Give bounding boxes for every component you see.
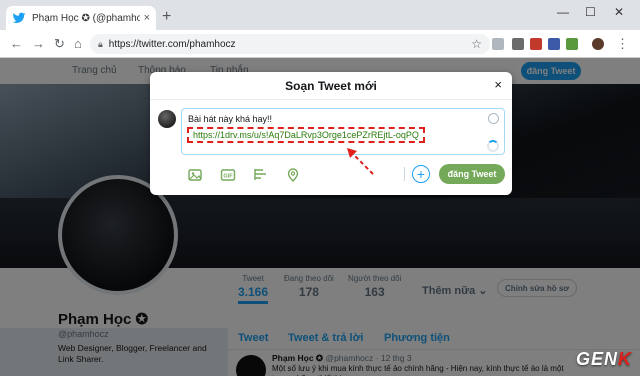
maximize-icon[interactable]: ☐ bbox=[585, 5, 596, 19]
location-icon[interactable] bbox=[285, 167, 301, 183]
modal-header: Soạn Tweet mới × bbox=[150, 72, 512, 100]
emoji-icon[interactable] bbox=[488, 113, 499, 124]
add-tweet-button[interactable]: + bbox=[412, 165, 430, 183]
extension-icon[interactable] bbox=[530, 38, 542, 50]
annotation-arrow-icon bbox=[347, 148, 374, 175]
svg-text:GIF: GIF bbox=[223, 174, 233, 180]
tweet-text-line: Bài hát này khá hay!! bbox=[188, 114, 273, 124]
poll-icon[interactable] bbox=[253, 167, 269, 183]
media-icon[interactable] bbox=[187, 167, 203, 183]
tab-close-icon[interactable]: × bbox=[144, 12, 150, 24]
extension-icon[interactable] bbox=[566, 38, 578, 50]
genk-watermark: GENK bbox=[576, 349, 632, 370]
address-url: https://twitter.com/phamhocz bbox=[108, 38, 236, 50]
divider bbox=[404, 167, 405, 181]
watermark-text: K bbox=[618, 349, 632, 369]
bookmark-star-icon[interactable]: ☆ bbox=[471, 37, 482, 51]
modal-title: Soạn Tweet mới bbox=[285, 79, 377, 93]
extension-icon[interactable] bbox=[492, 38, 504, 50]
extension-icon[interactable] bbox=[548, 38, 560, 50]
tab-title: Phạm Học ✪ (@phamhocz) | Twi bbox=[32, 12, 140, 24]
window-close-icon[interactable]: ✕ bbox=[614, 5, 624, 19]
back-icon[interactable]: ← bbox=[10, 36, 23, 51]
watermark-text: GEN bbox=[575, 349, 618, 369]
gif-icon[interactable]: GIF bbox=[220, 167, 236, 183]
reload-icon[interactable]: ↻ bbox=[54, 36, 65, 52]
browser-tabstrip: Phạm Học ✪ (@phamhocz) | Twi × + — ☐ ✕ bbox=[0, 0, 640, 30]
extension-icon[interactable] bbox=[512, 38, 524, 50]
browser-tab[interactable]: Phạm Học ✪ (@phamhocz) | Twi × bbox=[6, 6, 156, 30]
post-tweet-button[interactable]: đăng Tweet bbox=[439, 164, 505, 184]
progress-spinner-icon bbox=[487, 140, 499, 152]
lock-icon: 🔒︎ bbox=[98, 38, 103, 49]
menu-kebab-icon[interactable]: ⋮ bbox=[616, 36, 629, 52]
minimize-icon[interactable]: — bbox=[557, 5, 569, 19]
new-tab-icon[interactable]: + bbox=[162, 8, 171, 26]
composer-toolbar: GIF + đăng Tweet bbox=[150, 160, 512, 190]
forward-icon[interactable]: → bbox=[32, 36, 45, 51]
browser-toolbar: ← → ↻ ⌂ 🔒︎ https://twitter.com/phamhocz … bbox=[0, 30, 640, 58]
address-bar[interactable]: 🔒︎ https://twitter.com/phamhocz ☆ bbox=[90, 34, 490, 54]
home-icon[interactable]: ⌂ bbox=[74, 36, 82, 51]
profile-avatar-icon[interactable] bbox=[592, 38, 604, 50]
composer-avatar bbox=[158, 110, 176, 128]
compose-tweet-modal: Soạn Tweet mới × Bài hát này khá hay!! h… bbox=[150, 72, 512, 195]
twitter-bird-icon bbox=[12, 12, 26, 24]
tweet-link-highlighted[interactable]: https://1drv.ms/u/s!Aq7DaLRvp3Orge1cePZr… bbox=[187, 127, 425, 143]
close-icon[interactable]: × bbox=[494, 77, 502, 92]
